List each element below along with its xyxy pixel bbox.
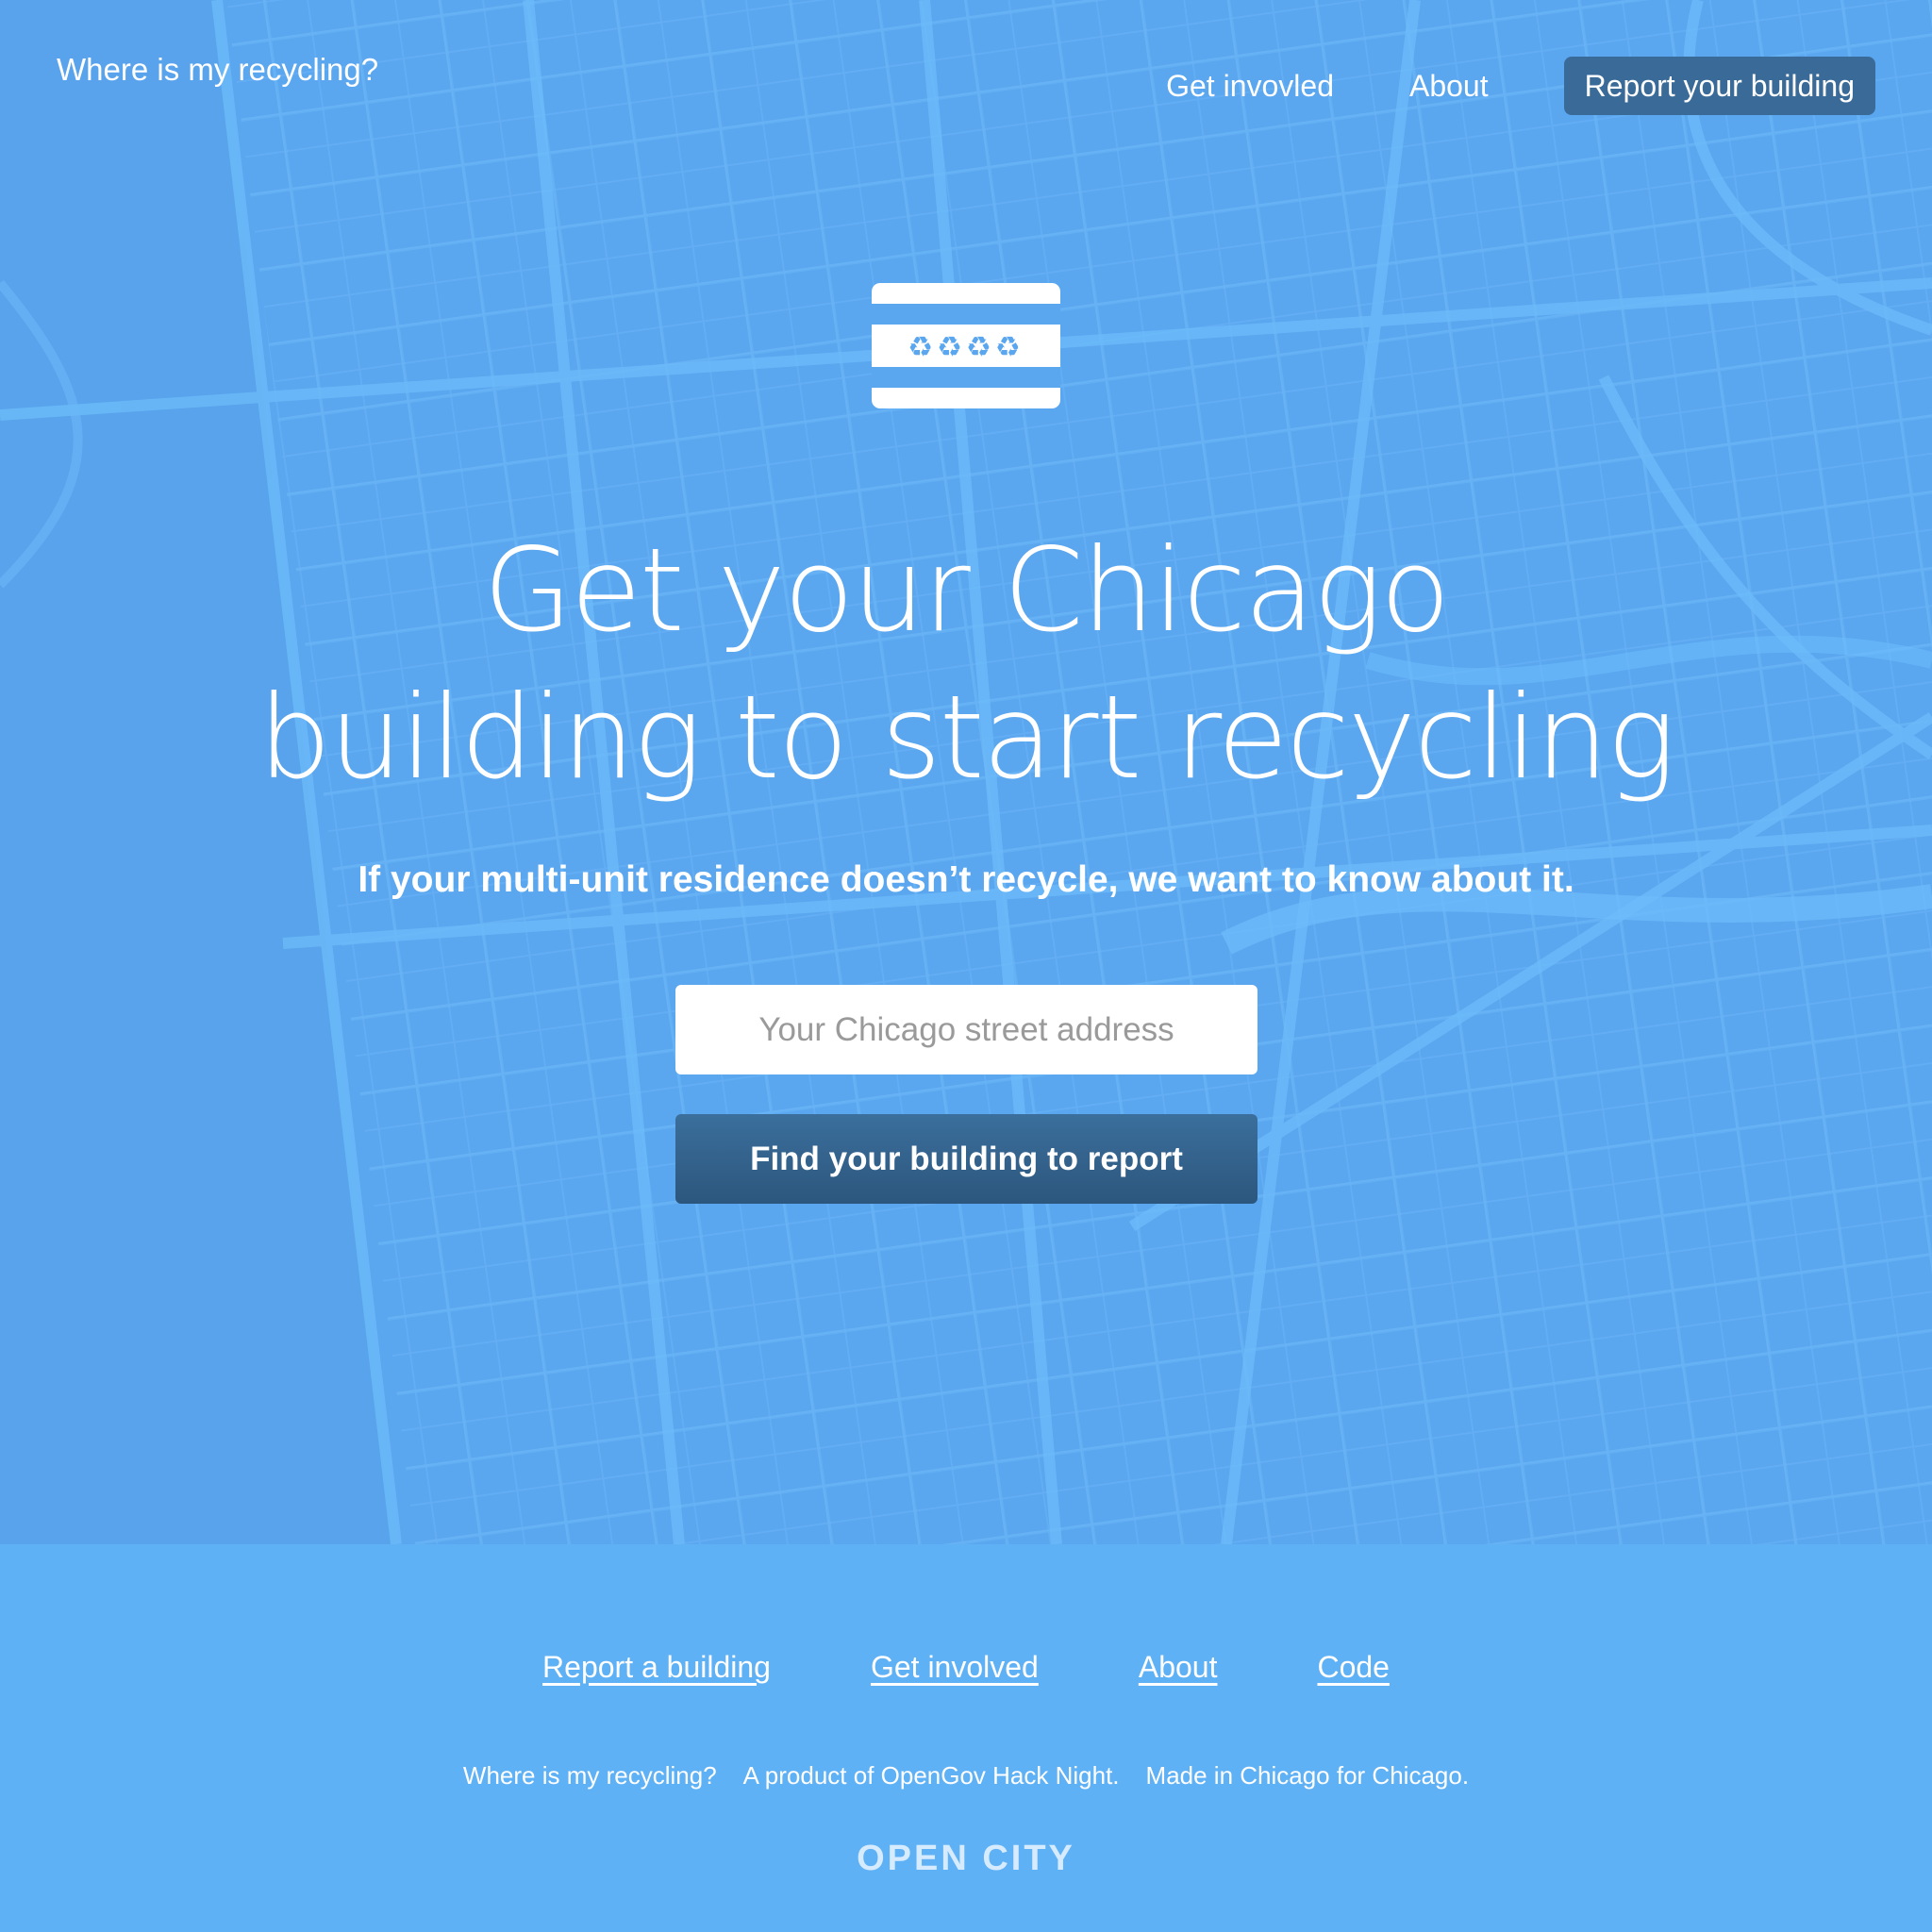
footer-links: Report a building Get involved About Cod… [0,1644,1932,1690]
footer-link-code[interactable]: Code [1317,1644,1390,1690]
footer-link-report[interactable]: Report a building [542,1644,771,1690]
open-city-logo[interactable]: OPEN CITY [0,1839,1932,1879]
subheadline: If your multi-unit residence doesn’t rec… [358,859,1574,900]
footer-link-get-involved[interactable]: Get involved [871,1644,1039,1690]
nav-get-involved[interactable]: Get invovled [1166,57,1334,115]
address-search-input[interactable] [675,985,1257,1074]
page: Where is my recycling? Get invovled Abou… [0,0,1932,1932]
find-building-button[interactable]: Find your building to report [675,1114,1257,1204]
top-nav: Get invovled About Report your building [1166,57,1875,115]
footer-link-about[interactable]: About [1139,1644,1218,1690]
headline-line-2: building to start recycling [258,671,1676,805]
tagline-product: A product of OpenGov Hack Night. [742,1761,1120,1790]
footer: Report a building Get involved About Cod… [0,1544,1932,1932]
tagline-name: Where is my recycling? [462,1761,717,1790]
page-title: Get your Chicago building to start recyc… [0,517,1932,811]
hero-section: Where is my recycling? Get invovled Abou… [0,0,1932,1544]
recycling-flag-icon: ♻♻♻♻ [872,283,1060,408]
footer-tagline: Where is my recycling? A product of Open… [0,1757,1932,1794]
nav-about[interactable]: About [1409,57,1489,115]
recycling-symbols: ♻♻♻♻ [908,331,1024,364]
tagline-made: Made in Chicago for Chicago. [1145,1761,1470,1790]
brand-logo-link[interactable]: Where is my recycling? [57,47,378,92]
headline-line-1: Get your Chicago [483,524,1450,658]
report-building-button[interactable]: Report your building [1563,57,1875,115]
